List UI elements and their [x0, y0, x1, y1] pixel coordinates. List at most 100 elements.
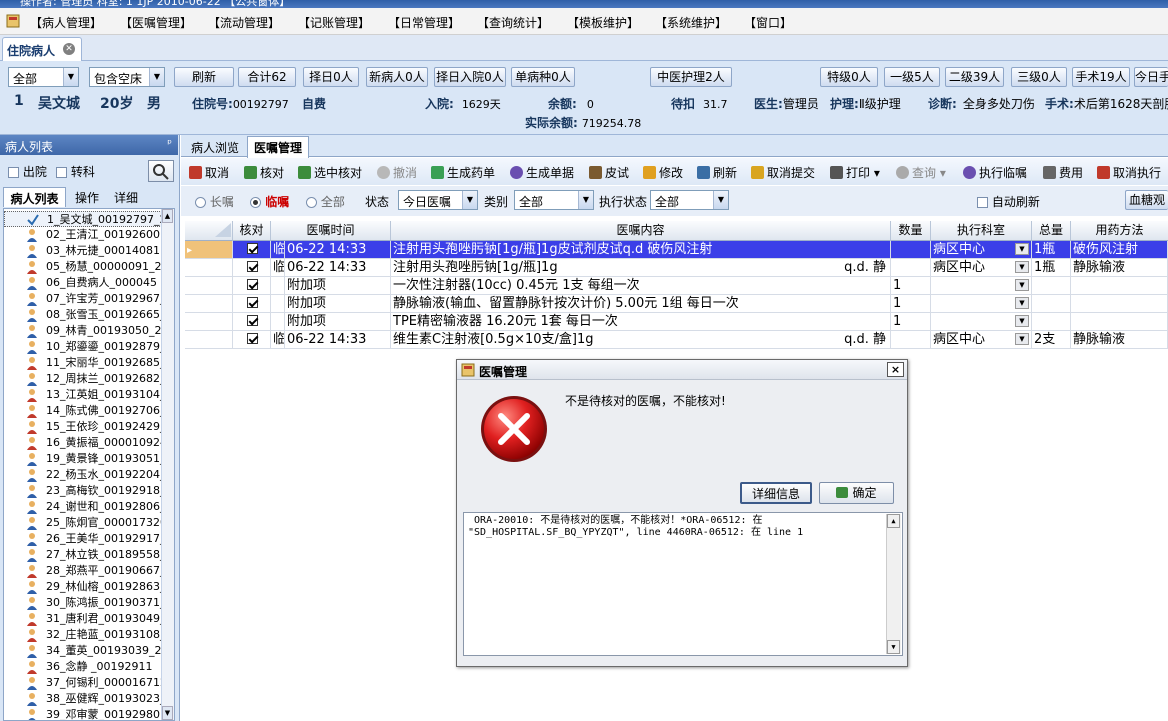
- refresh-button[interactable]: 刷新: [174, 67, 234, 87]
- chevron-down-icon[interactable]: ▼: [1015, 315, 1029, 327]
- patient-list-item[interactable]: 15_王依珍_00192429_: [4, 419, 162, 435]
- pin-icon[interactable]: ᵖ: [167, 137, 172, 150]
- header-usage[interactable]: 用药方法: [1071, 221, 1168, 241]
- patient-list-item[interactable]: 38_巫健辉_00193023_: [4, 691, 162, 707]
- order-row[interactable]: 临 06-22 14:33 注射用头孢唑肟钠[1g/瓶]1g q.d. 静 病区中心 ▼ 1…: [185, 259, 1168, 277]
- menu-window[interactable]: 【窗口】: [744, 14, 792, 31]
- print-button[interactable]: 打印 ▾: [830, 164, 880, 181]
- menu-flow[interactable]: 【流动管理】: [208, 14, 280, 31]
- long-term-radio[interactable]: 长嘱: [195, 193, 234, 210]
- order-row[interactable]: 临 06-22 14:33 维生素C注射液[0.5g×10支/盒]1g q.d. 静 病…: [185, 331, 1168, 349]
- dialog-close-button[interactable]: ×: [887, 362, 904, 377]
- verify-checkbox[interactable]: [233, 295, 271, 312]
- discharged-checkbox[interactable]: 出院: [8, 163, 47, 180]
- order-exec-dept[interactable]: ▼: [931, 313, 1032, 330]
- patient-list-scrollbar[interactable]: ▲ ▼: [161, 209, 174, 720]
- skin-test-button[interactable]: 皮试: [589, 164, 629, 181]
- fees-button[interactable]: 费用: [1043, 164, 1083, 181]
- patient-list-item[interactable]: 22_杨玉水_00192204_: [4, 467, 162, 483]
- special-grade-button[interactable]: 特级0人: [820, 67, 878, 87]
- new-patient-button[interactable]: 新病人0人: [366, 67, 428, 87]
- patient-list-item[interactable]: 09_林青_00193050_20: [4, 323, 162, 339]
- chevron-down-icon[interactable]: ▼: [1015, 297, 1029, 309]
- today-surgery-button[interactable]: 今日手: [1134, 67, 1168, 87]
- patient-list-item[interactable]: 13_江英姐_00193104_: [4, 387, 162, 403]
- menu-daily[interactable]: 【日常管理】: [388, 14, 460, 31]
- patient-list-item[interactable]: 27_林立铁_00189558_: [4, 547, 162, 563]
- auto-refresh-checkbox[interactable]: 自动刷新: [977, 193, 1040, 210]
- chevron-down-icon[interactable]: ▼: [1015, 261, 1029, 273]
- grade2-button[interactable]: 二级39人: [945, 67, 1004, 87]
- tab-inpatients[interactable]: 住院病人 ✕: [2, 37, 82, 61]
- tab-details[interactable]: 详细: [108, 187, 144, 207]
- patient-list-item[interactable]: 07_许宝芳_00192967_: [4, 291, 162, 307]
- transferred-checkbox[interactable]: 转科: [56, 163, 95, 180]
- exec-status-select[interactable]: 全部 ▼: [650, 190, 729, 210]
- header-order-time[interactable]: 医嘱时间: [271, 221, 391, 241]
- patient-list-item[interactable]: 28_郑燕平_00190667_: [4, 563, 162, 579]
- patient-list-item[interactable]: 06_自费病人_000045: [4, 275, 162, 291]
- header-exec-dept[interactable]: 执行科室: [931, 221, 1032, 241]
- error-detail-text[interactable]: ORA-20010: 不是待核对的医嘱，不能核对！*ORA-06512: 在 "…: [463, 512, 903, 656]
- patient-list-item[interactable]: 29_林仙榕_00192863_: [4, 579, 162, 595]
- status-select[interactable]: 今日医嘱 ▼: [398, 190, 478, 210]
- patient-list-item[interactable]: 02_王清江_00192600: [4, 227, 162, 243]
- query-button[interactable]: 查询 ▾: [896, 164, 946, 181]
- menu-billing[interactable]: 【记账管理】: [298, 14, 370, 31]
- generate-bill-button[interactable]: 生成单据: [510, 164, 574, 181]
- search-button[interactable]: [148, 160, 174, 182]
- menu-orders[interactable]: 【医嘱管理】: [120, 14, 192, 31]
- blood-glucose-button[interactable]: 血糖观: [1125, 190, 1168, 210]
- patient-list-item[interactable]: 26_王美华_00192917_: [4, 531, 162, 547]
- cancel-execute-button[interactable]: 取消执行: [1097, 164, 1161, 181]
- patient-list-item[interactable]: 24_谢世和_00192806_: [4, 499, 162, 515]
- patient-list-item[interactable]: 37_何锡利_000016712: [4, 675, 162, 691]
- header-total[interactable]: 总量: [1032, 221, 1071, 241]
- header-verify[interactable]: 核对: [233, 221, 271, 241]
- chevron-down-icon[interactable]: ▼: [1015, 279, 1029, 291]
- tcm-nursing-button[interactable]: 中医护理2人: [650, 67, 732, 87]
- patient-list-item[interactable]: 30_陈鸿振_00190371_: [4, 595, 162, 611]
- patient-list-item[interactable]: 19_黄景锋_00193051_: [4, 451, 162, 467]
- menu-query[interactable]: 【查询统计】: [477, 14, 549, 31]
- patient-list-item[interactable]: 14_陈式佛_00192706_: [4, 403, 162, 419]
- generate-drug-list-button[interactable]: 生成药单: [431, 164, 495, 181]
- menu-system[interactable]: 【系统维护】: [655, 14, 727, 31]
- edit-button[interactable]: 修改: [643, 164, 683, 181]
- verify-selected-button[interactable]: 选中核对: [298, 164, 362, 181]
- header-order-content[interactable]: 医嘱内容: [391, 221, 891, 241]
- patient-list[interactable]: 39_邓审蒙_00192980 38_巫健辉_00193023_ 37_何锡利_00…: [3, 208, 175, 721]
- order-row[interactable]: 附加项 静脉输液(输血、留置静脉针按次计价) 5.00元 1组 每日一次 1 ▼: [185, 295, 1168, 313]
- patient-list-item[interactable]: 34_董英_00193039_20: [4, 643, 162, 659]
- patient-list-item[interactable]: 12_周抹兰_00192682_: [4, 371, 162, 387]
- order-exec-dept[interactable]: 病区中心 ▼: [931, 331, 1032, 348]
- order-exec-dept[interactable]: ▼: [931, 295, 1032, 312]
- patient-list-item[interactable]: 23_高梅钦_00192918_: [4, 483, 162, 499]
- verify-button[interactable]: 核对: [244, 164, 284, 181]
- order-exec-dept[interactable]: 病区中心 ▼: [931, 241, 1032, 258]
- patient-list-item[interactable]: 25_陈炯官_000017320: [4, 515, 162, 531]
- order-row[interactable]: ▸ 临 06-22 14:33 注射用头孢唑肟钠[1g/瓶]1g皮试剂皮试q.d 破伤…: [185, 241, 1168, 259]
- tab-order-management[interactable]: 医嘱管理: [247, 136, 310, 158]
- single-disease-button[interactable]: 单病种0人: [511, 67, 575, 87]
- chevron-down-icon[interactable]: ▼: [1015, 243, 1029, 255]
- execute-temp-button[interactable]: 执行临嘱: [963, 164, 1027, 181]
- patient-list-item[interactable]: 32_庄艳蓝_00193108_: [4, 627, 162, 643]
- close-icon[interactable]: ✕: [63, 43, 75, 55]
- bed-select[interactable]: 包含空床 ▼: [89, 67, 165, 87]
- order-exec-dept[interactable]: ▼: [931, 277, 1032, 294]
- grade3-button[interactable]: 三级0人: [1011, 67, 1067, 87]
- patient-list-item[interactable]: 05_杨慧_00000091_20: [4, 259, 162, 275]
- tab-patient-list[interactable]: 病人列表: [3, 187, 66, 207]
- details-button[interactable]: 详细信息: [740, 482, 812, 504]
- cancel-submit-button[interactable]: 取消提交: [751, 164, 815, 181]
- order-row[interactable]: 附加项 一次性注射器(10cc) 0.45元 1支 每组一次 1 ▼: [185, 277, 1168, 295]
- ok-button[interactable]: 确定: [819, 482, 894, 504]
- patient-list-item[interactable]: 03_林元捷_00014081: [4, 243, 162, 259]
- all-radio[interactable]: 全部: [306, 193, 345, 210]
- patient-list-item[interactable]: 08_张雪玉_00192665_: [4, 307, 162, 323]
- verify-checkbox[interactable]: [233, 259, 271, 276]
- temporary-radio[interactable]: 临嘱: [250, 193, 289, 210]
- verify-checkbox[interactable]: [233, 313, 271, 330]
- chevron-down-icon[interactable]: ▼: [1015, 333, 1029, 345]
